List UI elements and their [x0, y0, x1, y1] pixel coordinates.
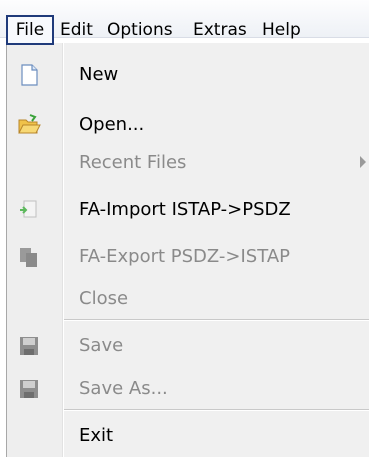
menu-separator: [64, 319, 369, 321]
menu-item-save-as[interactable]: Save As...: [7, 369, 369, 409]
save-as-disk-icon: [17, 377, 41, 401]
menu-item-exit[interactable]: Exit: [7, 416, 369, 456]
menu-item-close[interactable]: Close: [7, 279, 369, 319]
menu-item-label: Save: [79, 335, 124, 356]
menu-extras[interactable]: Extras: [193, 15, 247, 45]
menu-edit[interactable]: Edit: [60, 15, 93, 45]
fa-import-icon: [17, 198, 41, 222]
menu-item-new[interactable]: New: [7, 55, 369, 95]
menu-item-label: New: [79, 64, 119, 85]
menu-item-label: Exit: [79, 425, 114, 446]
new-document-icon: [17, 63, 41, 87]
menu-item-recent-files[interactable]: Recent Files: [7, 143, 369, 183]
file-dropdown-menu: New Open... Recent Files FA-Import ISTAP…: [6, 43, 369, 457]
open-folder-icon: [17, 113, 41, 137]
menu-item-label: Close: [79, 288, 129, 309]
menu-item-label: FA-Import ISTAP->PSDZ: [79, 199, 291, 220]
menu-separator: [64, 409, 369, 411]
menu-item-label: Save As...: [79, 378, 168, 399]
menu-item-save[interactable]: Save: [7, 326, 369, 366]
menu-item-open[interactable]: Open...: [7, 105, 369, 145]
menu-item-label: Recent Files: [79, 152, 187, 173]
menu-item-label: Open...: [79, 114, 145, 135]
menu-item-fa-export[interactable]: FA-Export PSDZ->ISTAP: [7, 237, 369, 277]
fa-export-icon: [17, 245, 41, 269]
menu-file[interactable]: File: [6, 15, 54, 45]
save-disk-icon: [17, 334, 41, 358]
menu-bar: File Edit Options Extras Help: [0, 0, 369, 45]
menu-item-label: FA-Export PSDZ->ISTAP: [79, 246, 290, 267]
submenu-arrow-icon: [360, 156, 366, 168]
menu-help[interactable]: Help: [262, 15, 301, 45]
menu-options[interactable]: Options: [107, 15, 173, 45]
menu-item-fa-import[interactable]: FA-Import ISTAP->PSDZ: [7, 190, 369, 230]
